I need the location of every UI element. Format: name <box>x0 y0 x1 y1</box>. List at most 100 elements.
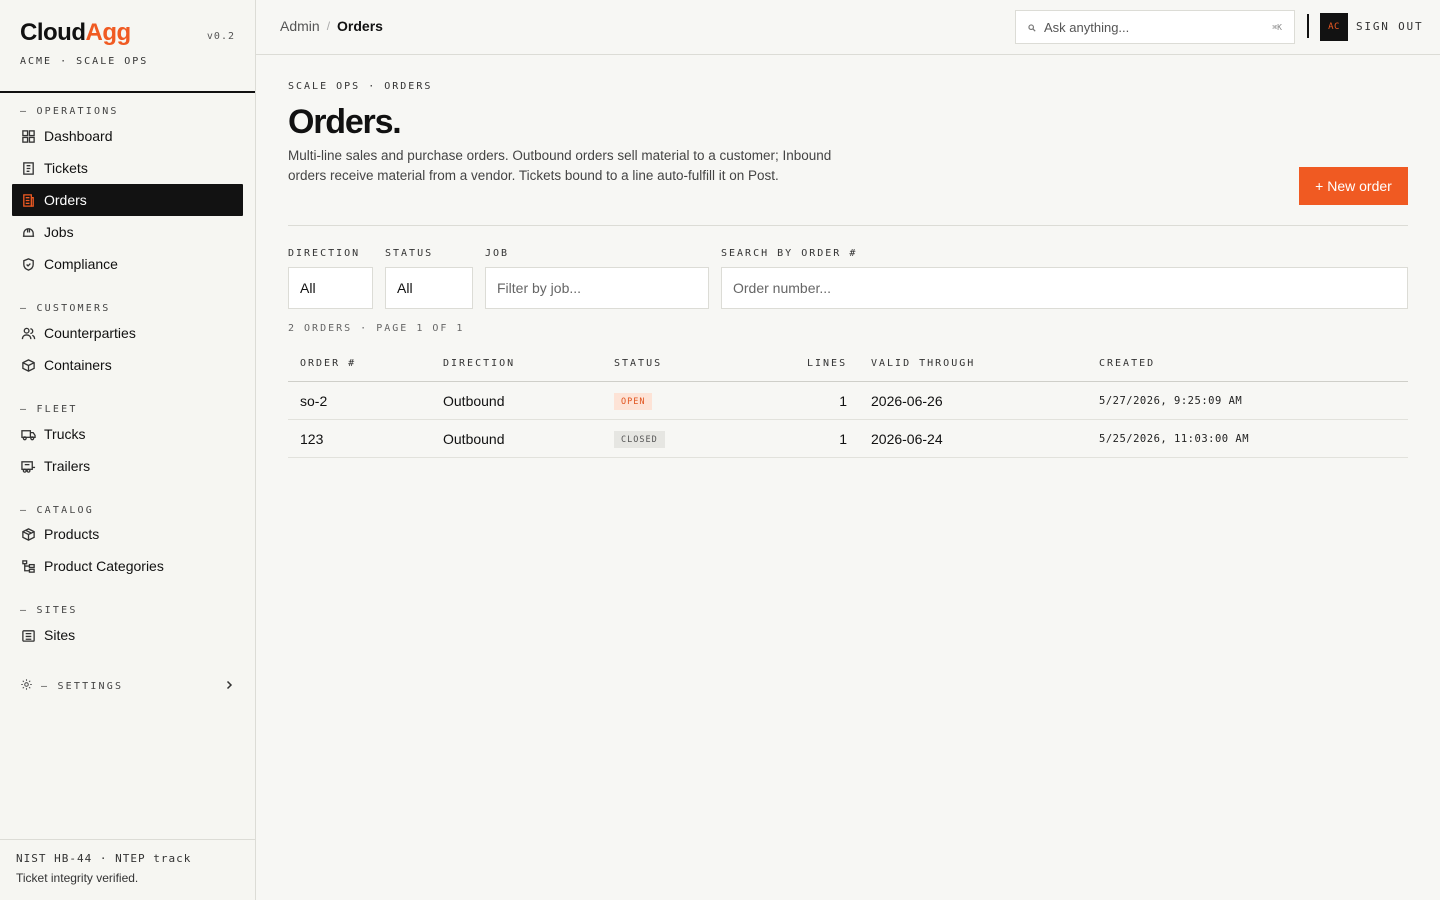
search-icon <box>1028 20 1044 35</box>
order-lines: 1 <box>839 393 847 409</box>
column-status[interactable]: STATUS <box>614 358 662 369</box>
divider <box>288 225 1408 226</box>
direction-select-value: All <box>300 280 316 296</box>
shield-icon <box>20 256 36 272</box>
sidebar-item-dashboard[interactable]: Dashboard <box>12 120 243 152</box>
breadcrumb-admin[interactable]: Admin <box>280 18 320 34</box>
order-created: 5/25/2026, 11:03:00 AM <box>1099 433 1250 445</box>
order-lines: 1 <box>839 431 847 447</box>
sidebar-nav: — OPERATIONS Dashboard Tickets Orders Jo… <box>0 105 255 696</box>
status-select-value: All <box>397 280 413 296</box>
ask-shortcut: ⌘K <box>1272 22 1282 32</box>
sidebar-item-label: Counterparties <box>44 325 136 341</box>
section-label-catalog: — CATALOG <box>20 505 94 516</box>
ask-input[interactable]: Ask anything... ⌘K <box>1015 10 1295 44</box>
order-search-input[interactable]: Order number... <box>721 267 1408 309</box>
column-lines[interactable]: LINES <box>807 358 847 369</box>
sidebar-item-trailers[interactable]: Trailers <box>12 450 243 482</box>
column-created[interactable]: CREATED <box>1099 358 1155 369</box>
sidebar-item-label: Trucks <box>44 426 86 442</box>
order-valid-through: 2026-06-24 <box>871 431 943 447</box>
table-row[interactable]: 123 Outbound CLOSED 1 2026-06-24 5/25/20… <box>288 420 1408 458</box>
building-icon <box>20 627 36 643</box>
app-logo[interactable]: CloudAgg <box>20 18 235 48</box>
sidebar-item-label: Tickets <box>44 160 88 176</box>
avatar[interactable]: AC <box>1320 13 1348 41</box>
breadcrumb: Admin / Orders <box>280 18 383 34</box>
sidebar-item-trucks[interactable]: Trucks <box>12 418 243 450</box>
sidebar-item-tickets[interactable]: Tickets <box>12 152 243 184</box>
sign-out-button[interactable]: SIGN OUT <box>1356 20 1423 33</box>
order-search-placeholder: Order number... <box>733 280 832 296</box>
sidebar-item-orders[interactable]: Orders <box>12 184 243 216</box>
truck-icon <box>20 426 36 442</box>
sidebar-item-products[interactable]: Products <box>12 518 243 550</box>
logo-text-agg: Agg <box>85 19 131 46</box>
users-icon <box>20 325 36 341</box>
package-icon <box>20 526 36 542</box>
sidebar-item-label: Dashboard <box>44 128 113 144</box>
order-created: 5/27/2026, 9:25:09 AM <box>1099 395 1243 407</box>
topbar-divider <box>1307 14 1309 38</box>
integrity-status-label: Ticket integrity verified. <box>16 871 139 885</box>
sidebar-item-product-categories[interactable]: Product Categories <box>12 550 243 582</box>
job-filter-label: JOB <box>485 248 510 259</box>
sidebar: CloudAgg v0.2 ACME · SCALE OPS — OPERATI… <box>0 0 256 900</box>
trailer-icon <box>20 458 36 474</box>
sidebar-item-label: Orders <box>44 192 87 208</box>
org-label: ACME · SCALE OPS <box>20 56 149 67</box>
sidebar-item-label: Trailers <box>44 458 91 474</box>
status-select[interactable]: All <box>385 267 473 309</box>
results-summary: 2 ORDERS · PAGE 1 OF 1 <box>288 323 465 334</box>
version-label: v0.2 <box>206 31 235 42</box>
hardhat-icon <box>20 224 36 240</box>
table-row[interactable]: so-2 Outbound OPEN 1 2026-06-26 5/27/202… <box>288 382 1408 420</box>
section-label-operations: — OPERATIONS <box>20 106 119 117</box>
direction-select[interactable]: All <box>288 267 373 309</box>
sidebar-item-label: Jobs <box>44 224 74 240</box>
ask-placeholder: Ask anything... <box>1044 19 1130 35</box>
column-order[interactable]: ORDER # <box>300 358 356 369</box>
breadcrumb-current: Orders <box>337 18 383 34</box>
page-title: Orders. <box>288 103 402 141</box>
settings-label: — SETTINGS <box>41 680 124 692</box>
job-filter-input[interactable]: Filter by job... <box>485 267 709 309</box>
section-label-fleet: — FLEET <box>20 404 78 415</box>
status-badge: OPEN <box>614 393 653 410</box>
sidebar-item-containers[interactable]: Containers <box>12 349 243 381</box>
sidebar-item-jobs[interactable]: Jobs <box>12 216 243 248</box>
search-order-label: SEARCH BY ORDER # <box>721 248 858 259</box>
order-number[interactable]: 123 <box>300 431 323 447</box>
orders-table: ORDER # DIRECTION STATUS LINES VALID THR… <box>288 351 1408 458</box>
new-order-button[interactable]: + New order <box>1299 167 1408 205</box>
sidebar-item-label: Containers <box>44 357 112 373</box>
sidebar-item-label: Compliance <box>44 256 118 272</box>
status-badge: CLOSED <box>614 431 665 448</box>
sidebar-item-counterparties[interactable]: Counterparties <box>12 317 243 349</box>
gear-icon <box>20 678 33 694</box>
sidebar-item-compliance[interactable]: Compliance <box>12 248 243 280</box>
page-eyebrow: SCALE OPS · ORDERS <box>288 81 433 92</box>
column-direction[interactable]: DIRECTION <box>443 358 515 369</box>
grid-icon <box>20 128 36 144</box>
ticket-icon <box>20 160 36 176</box>
job-filter-placeholder: Filter by job... <box>497 280 582 296</box>
logo-text-cloud: Cloud <box>20 19 86 46</box>
breadcrumb-separator: / <box>326 19 331 33</box>
sidebar-item-sites[interactable]: Sites <box>12 619 243 651</box>
brand-header: CloudAgg v0.2 ACME · SCALE OPS <box>0 0 255 93</box>
order-direction: Outbound <box>443 431 505 447</box>
sidebar-item-label: Product Categories <box>44 558 164 574</box>
direction-filter-label: DIRECTION <box>288 248 361 259</box>
table-header: ORDER # DIRECTION STATUS LINES VALID THR… <box>288 351 1408 382</box>
section-label-customers: — CUSTOMERS <box>20 303 111 314</box>
status-filter-label: STATUS <box>385 248 434 259</box>
column-valid-through[interactable]: VALID THROUGH <box>871 358 975 369</box>
sidebar-item-label: Sites <box>44 627 76 643</box>
box-icon <box>20 357 36 373</box>
sidebar-item-label: Products <box>44 526 100 542</box>
sidebar-footer: NIST HB-44 · NTEP track Ticket integrity… <box>0 839 255 900</box>
order-number[interactable]: so-2 <box>300 393 327 409</box>
settings-toggle[interactable]: — SETTINGS <box>12 676 243 696</box>
tree-icon <box>20 558 36 574</box>
